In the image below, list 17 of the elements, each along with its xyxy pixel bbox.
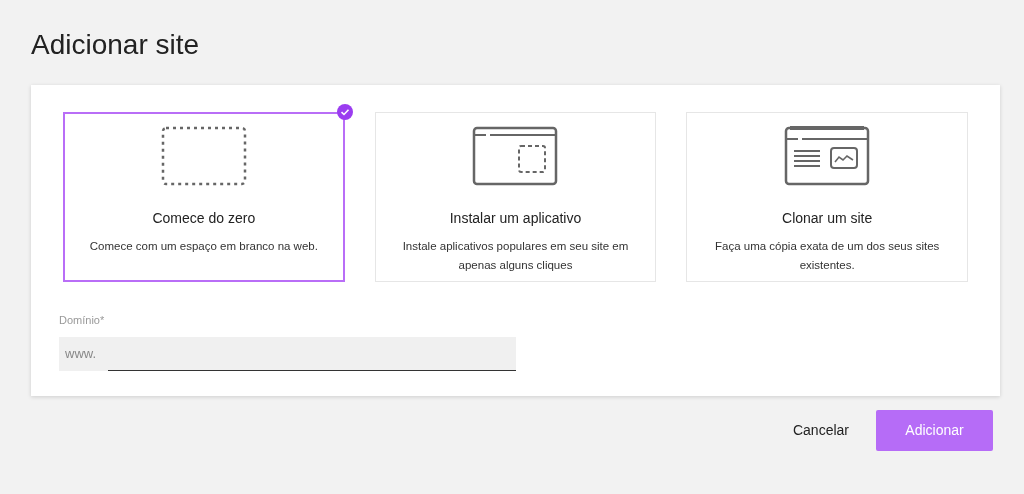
cancel-button[interactable]: Cancelar	[792, 420, 849, 441]
option-description: Instale aplicativos populares em seu site em apenas alguns cliques	[401, 239, 630, 273]
option-title: Comece do zero	[152, 209, 256, 228]
option-card[interactable]: Comece do zero Comece com um espaço em branco na web.	[63, 112, 345, 282]
option-title: Clonar um site	[782, 209, 873, 228]
field-label: Domínio*	[59, 313, 106, 328]
page-title: Adicionar site	[31, 28, 201, 62]
option-description: Comece com um espaço em branco na web.	[88, 239, 319, 254]
domain-prefix: www.	[64, 344, 98, 363]
check-badge-icon	[336, 104, 353, 120]
option-description: Faça uma cópia exata de um dos seus sites existentes.	[713, 239, 941, 273]
browser-window-icon	[472, 126, 559, 186]
option-card[interactable]: Clonar um site Faça uma cópia exata de um dos seus sites existentes.	[686, 112, 968, 282]
browser-window-icon	[784, 126, 871, 186]
option-title: Instalar um aplicativo	[449, 209, 582, 228]
option-card[interactable]: Instalar um aplicativo Instale aplicativos populares em seu site em apenas alguns cliques	[374, 112, 657, 282]
dashed-rectangle-icon	[160, 126, 247, 186]
